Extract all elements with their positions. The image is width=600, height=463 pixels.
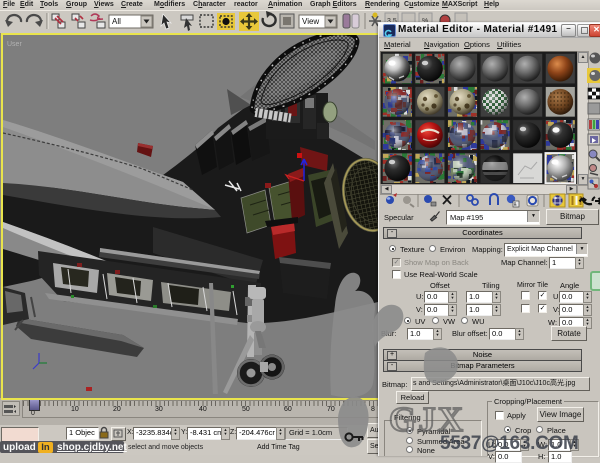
- svg-text:All: All: [112, 17, 121, 26]
- svg-text:User: User: [7, 41, 22, 48]
- svg-text:View: View: [302, 17, 319, 26]
